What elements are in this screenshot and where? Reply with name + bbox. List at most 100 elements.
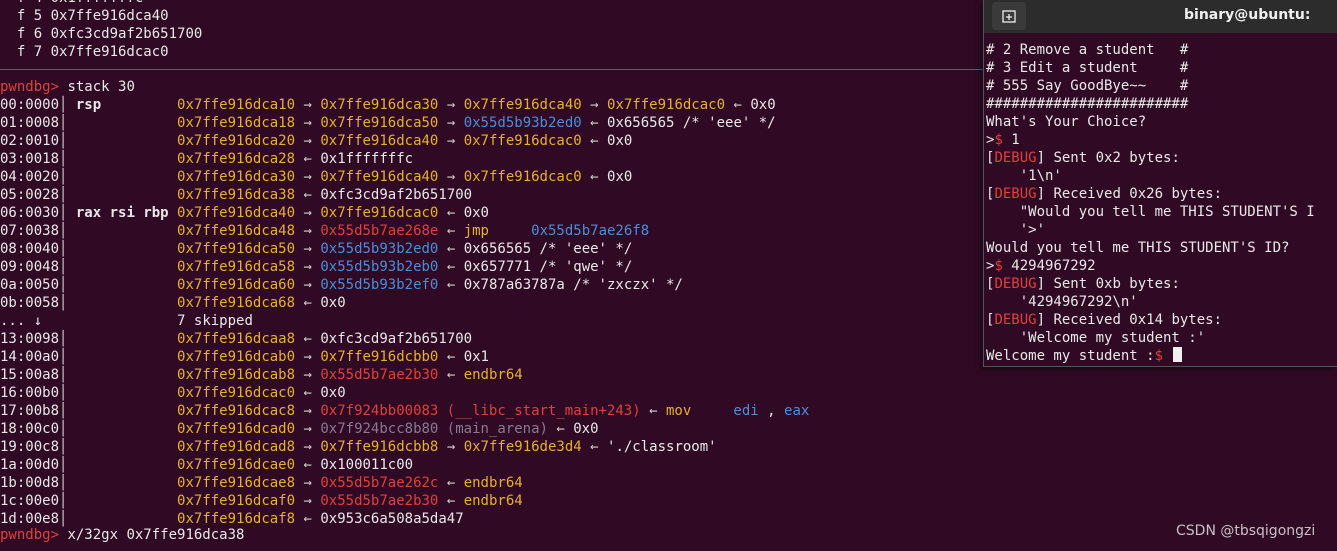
output-line: Would you tell me THIS STUDENT'S ID?: [986, 239, 1289, 257]
window-title: binary@ubuntu:: [1184, 7, 1311, 23]
stack-row: 00:0000│ rsp 0x7ffe916dca10 → 0x7ffe916d…: [0, 96, 776, 114]
stack-address: 0x7ffe916dca18: [177, 115, 296, 131]
chain-value: 0x0: [750, 97, 776, 113]
new-tab-icon: [1002, 10, 1016, 23]
stack-offset: 03:0018: [0, 151, 60, 167]
pointer-arrow: →: [303, 115, 312, 131]
chain-value: 0x55d5b7ae26f8: [531, 223, 650, 239]
output-line: >$ 1: [986, 131, 1020, 149]
overlay-terminal-output[interactable]: # 2 Remove a student # # 3 Edit a student…: [984, 33, 1337, 366]
stack-address: 0x7ffe916dcaf8: [177, 511, 296, 527]
output-text: "Would you tell me THIS STUDENT'S I: [986, 204, 1315, 220]
chain-value: 0x656565 /* 'eee' */: [463, 241, 633, 257]
chain-value: 0x787a63787a /* 'zxczx' */: [463, 277, 683, 293]
pwndbg-prompt: pwndbg>: [0, 527, 60, 543]
chain-value: 0x7ffe916dcac0: [463, 169, 582, 185]
stack-row: 03:0018│ 0x7ffe916dca28 ← 0x1fffffffc: [0, 150, 413, 168]
register-label: [67, 475, 177, 491]
chain-value: ,: [767, 403, 776, 419]
overlay-terminal-window[interactable]: binary@ubuntu: # 2 Remove a student # # 3…: [983, 0, 1337, 367]
output-line: [DEBUG] Received 0x14 bytes:: [986, 311, 1222, 329]
stack-offset: 09:0048: [0, 259, 60, 275]
chain-value: 0x0: [607, 169, 633, 185]
chain-value: 0x0: [573, 421, 599, 437]
register-label: [67, 457, 177, 473]
output-line: # 555 Say GoodBye~~ #: [986, 77, 1188, 95]
pointer-arrow: →: [303, 277, 312, 293]
pointer-arrow: →: [303, 475, 312, 491]
stack-offset: 01:0008: [0, 115, 60, 131]
pointer-arrow: →: [303, 259, 312, 275]
pointer-arrow: ←: [303, 151, 312, 167]
output-line: # 3 Edit a student #: [986, 59, 1188, 77]
output-text: What's Your Choice?: [986, 114, 1147, 130]
output-line: ########################: [986, 95, 1188, 113]
chain-value: eax: [784, 403, 810, 419]
chain-value: 0x1fffffffc: [320, 151, 414, 167]
command-line-bottom: pwndbg> x/32gx 0x7ffe916dca38: [0, 526, 244, 544]
register-label: [67, 169, 177, 185]
register-label: [67, 385, 177, 401]
stack-address: 0x7ffe916dcaf0: [177, 493, 296, 509]
stack-offset: 1b:00d8: [0, 475, 60, 491]
output-text: 4294967292: [1002, 258, 1096, 274]
pointer-arrow: →: [303, 349, 312, 365]
output-line: "Would you tell me THIS STUDENT'S I: [986, 203, 1315, 221]
output-line: [DEBUG] Received 0x26 bytes:: [986, 185, 1222, 203]
stack-row: 19:00c8│ 0x7ffe916dcad8 → 0x7ffe916dcbb8…: [0, 438, 717, 456]
chain-value: 0xfc3cd9af2b651700: [320, 331, 473, 347]
stack-address: 7 skipped: [177, 313, 253, 329]
chain-value: 0x55d5b93b2ed0: [320, 241, 439, 257]
stack-offset: 06:0030: [0, 205, 60, 221]
pointer-arrow: ←: [446, 205, 456, 221]
chain-value: './classroom': [607, 439, 717, 455]
register-label: [67, 115, 177, 131]
output-line: '4294967292\n': [986, 293, 1138, 311]
chain-value: 0x55d5b93b2ed0: [463, 115, 582, 131]
pointer-arrow: ←: [446, 475, 456, 491]
stack-offset: 00:0000: [0, 97, 60, 113]
chain-value: 0x7ffe916dca30: [320, 97, 439, 113]
command-text: x/32gx 0x7ffe916dca38: [59, 527, 245, 543]
stack-offset: 0a:0050: [0, 277, 60, 293]
pointer-arrow: ←: [649, 403, 658, 419]
pointer-arrow: →: [303, 241, 312, 257]
pointer-arrow: ←: [446, 493, 456, 509]
register-label: [67, 223, 177, 239]
chain-value: 0x100011c00: [320, 457, 414, 473]
output-line: >$ 4294967292: [986, 257, 1096, 275]
output-text: 1: [1002, 132, 1020, 148]
stack-address: 0x7ffe916dca50: [177, 241, 296, 257]
chain-value: edi: [733, 403, 759, 419]
output-text: 'Welcome my student :': [986, 330, 1206, 346]
register-label: rsp: [67, 97, 178, 113]
chain-value: 0x7ffe916dcbb8: [320, 439, 439, 455]
stack-offset: 0b:0058: [0, 295, 60, 311]
stack-row: 13:0098│ 0x7ffe916dcaa8 ← 0xfc3cd9af2b65…: [0, 330, 472, 348]
stack-address: 0x7ffe916dcac0: [177, 385, 296, 401]
chain-value: endbr64: [463, 475, 523, 491]
stack-address: 0x7ffe916dca20: [177, 133, 296, 149]
register-label: [67, 277, 177, 293]
output-text: ] Received 0x26 bytes:: [1036, 186, 1223, 202]
output-line: [DEBUG] Sent 0xb bytes:: [986, 275, 1180, 293]
pointer-arrow: ←: [303, 331, 312, 347]
pointer-arrow: →: [303, 403, 312, 419]
output-line: [DEBUG] Sent 0x2 bytes:: [986, 149, 1180, 167]
output-line: 'Welcome my student :': [986, 329, 1205, 347]
frame-label: f 5: [0, 8, 51, 24]
highlight-text: $: [994, 258, 1003, 274]
stack-address: 0x7ffe916dca28: [177, 151, 296, 167]
stack-row: 1b:00d8│ 0x7ffe916dcae8 → 0x55d5b7ae262c…: [0, 474, 523, 492]
new-tab-button[interactable]: [992, 2, 1026, 30]
highlight-text: DEBUG: [994, 150, 1037, 166]
chain-value: 0xfc3cd9af2b651700: [320, 187, 473, 203]
pointer-arrow: →: [303, 205, 312, 221]
stack-address: 0x7ffe916dcaa8: [177, 331, 296, 347]
pointer-arrow: ←: [303, 385, 312, 401]
stack-row: 1a:00d0│ 0x7ffe916dcae0 ← 0x100011c00: [0, 456, 413, 474]
output-text: ] Sent 0xb bytes:: [1036, 276, 1180, 292]
register-label: [67, 511, 177, 527]
chain-value: 0x7f924bb00083 (__libc_start_main+243): [320, 403, 641, 419]
